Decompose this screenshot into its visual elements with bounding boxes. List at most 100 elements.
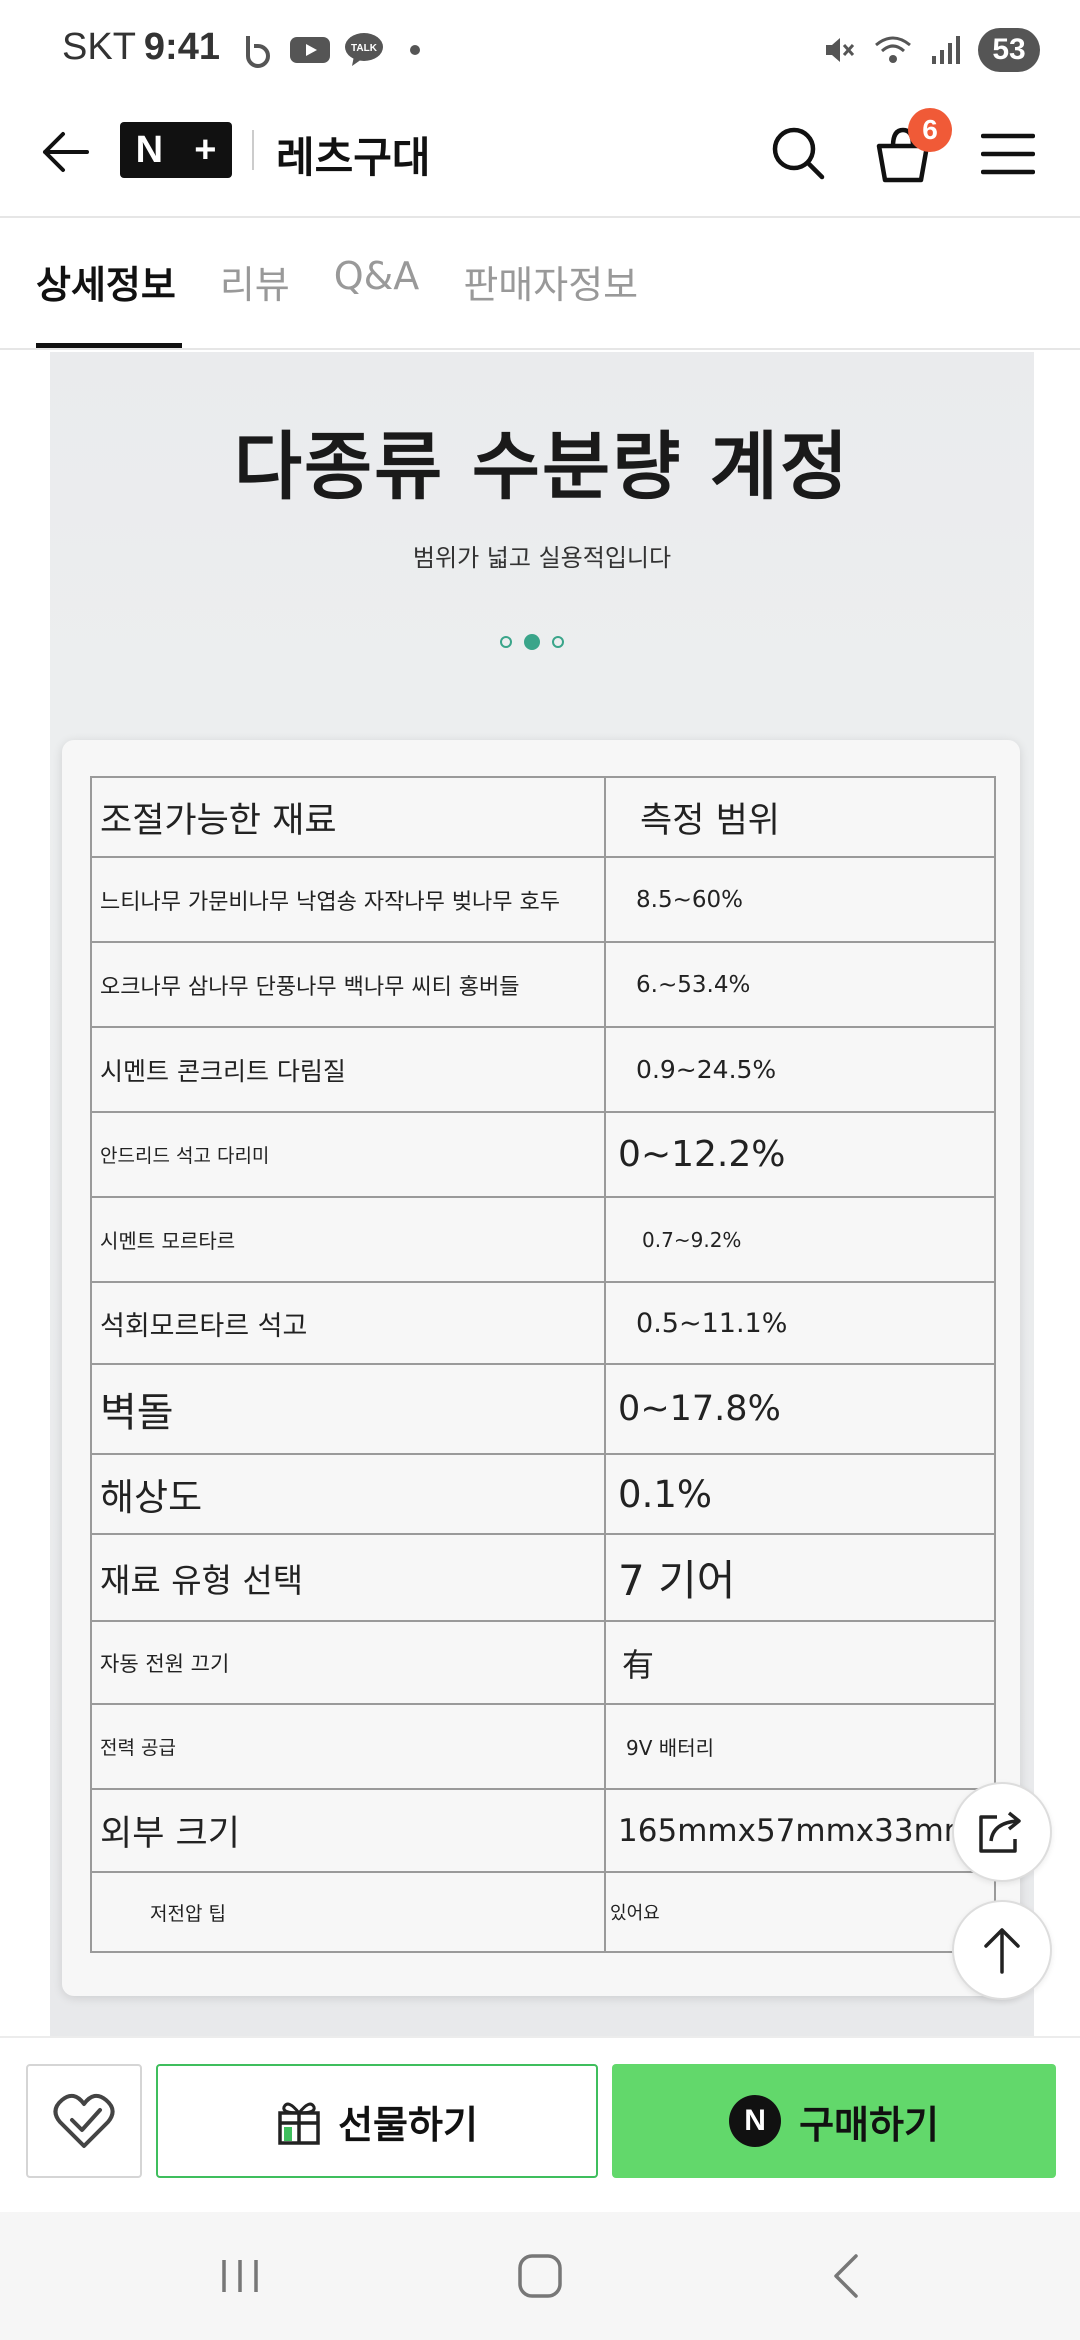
search-button[interactable] xyxy=(765,120,831,186)
svg-text:TALK: TALK xyxy=(351,43,378,54)
range-cell: 0.7~9.2% xyxy=(604,1196,996,1283)
battery-indicator: 53 xyxy=(978,28,1040,72)
range-cell: 있어요 xyxy=(604,1871,996,1953)
carousel-dot xyxy=(552,636,564,648)
status-carrier-time: SKT 9:41 xyxy=(62,26,220,69)
wifi-icon xyxy=(874,33,912,67)
table-row: 벽돌 0~17.8% xyxy=(89,1363,996,1455)
store-name[interactable]: 레츠구대 xyxy=(276,124,431,185)
table-row: 시멘트 모르타르 0.7~9.2% xyxy=(89,1196,996,1283)
table-row: 재료 유형 선택 7 기어 xyxy=(89,1533,996,1622)
more-notifications-dot xyxy=(410,45,420,55)
clock: 9:41 xyxy=(143,26,220,68)
purchase-bar: 선물하기 N 구매하기 xyxy=(0,2036,1080,2212)
buy-button-label: 구매하기 xyxy=(799,2102,939,2147)
scroll-top-button[interactable] xyxy=(952,1900,1052,2000)
material-cell: 느티나무 가문비나무 낙엽송 자작나무 벚나무 호두 xyxy=(89,856,607,943)
range-cell: 165mmx57mmx33mm xyxy=(604,1788,996,1873)
product-detail-image: 다종류 수분량 계정 범위가 넓고 실용적입니다 조절가능한 재료 측정 범위 … xyxy=(50,352,1034,2036)
recent-apps-button[interactable] xyxy=(200,2244,280,2308)
table-row: 저전압 팁 있어요 xyxy=(89,1871,996,1953)
material-cell: 시멘트 모르타르 xyxy=(89,1196,607,1283)
material-cell: 저전압 팁 xyxy=(89,1871,607,1953)
range-cell: 측정 범위 xyxy=(604,776,996,858)
spec-table: 조절가능한 재료 측정 범위 느티나무 가문비나무 낙엽송 자작나무 벚나무 호… xyxy=(89,776,996,1953)
table-row: 전력 공급 9V 배터리 xyxy=(89,1703,996,1790)
signal-icon xyxy=(930,34,960,66)
range-cell: 0~12.2% xyxy=(604,1111,996,1198)
material-cell: 해상도 xyxy=(89,1453,607,1535)
material-cell: 벽돌 xyxy=(89,1363,607,1455)
material-cell: 오크나무 삼나무 단풍나무 백나무 씨티 홍버들 xyxy=(89,941,607,1028)
range-cell: 0.1% xyxy=(604,1453,996,1535)
material-cell: 석회모르타르 석고 xyxy=(89,1281,607,1365)
search-icon xyxy=(772,127,825,180)
logo-n: N xyxy=(135,128,164,171)
range-cell: 8.5~60% xyxy=(604,856,996,943)
buy-button[interactable]: N 구매하기 xyxy=(612,2064,1056,2178)
range-cell: 7 기어 xyxy=(604,1533,996,1622)
home-button[interactable] xyxy=(500,2244,580,2308)
system-back-button[interactable] xyxy=(806,2244,886,2308)
home-icon xyxy=(518,2254,562,2298)
material-cell: 시멘트 콘크리트 다림질 xyxy=(89,1026,607,1113)
youtube-icon xyxy=(290,35,330,65)
blog-icon xyxy=(240,32,276,68)
promo-subtitle: 범위가 넓고 실용적입니다 xyxy=(412,544,672,572)
carousel-dot xyxy=(500,636,512,648)
table-row: 안드리드 석고 다리미 0~12.2% xyxy=(89,1111,996,1198)
naver-pay-icon: N xyxy=(729,2095,782,2147)
material-cell: 전력 공급 xyxy=(89,1703,607,1790)
gift-button-label: 선물하기 xyxy=(338,2102,478,2147)
range-cell: 0.9~24.5% xyxy=(604,1026,996,1113)
wishlist-button[interactable] xyxy=(26,2064,142,2178)
naver-plus-store-logo[interactable]: N + xyxy=(120,122,232,178)
range-cell: 9V 배터리 xyxy=(604,1703,996,1790)
table-row: 해상도 0.1% xyxy=(89,1453,996,1535)
material-cell: 외부 크기 xyxy=(89,1788,607,1873)
tab-seller-info[interactable]: 판매자정보 xyxy=(463,218,638,348)
kakaotalk-icon: TALK xyxy=(344,32,384,68)
table-row: 조절가능한 재료 측정 범위 xyxy=(89,776,996,858)
logo-divider xyxy=(252,130,254,170)
heart-check-icon xyxy=(53,2093,115,2148)
back-arrow-icon xyxy=(43,132,89,172)
promo-title: 다종류 수분량 계정 xyxy=(233,424,851,510)
system-navigation-bar xyxy=(0,2212,1080,2340)
tab-detail-info[interactable]: 상세정보 xyxy=(36,218,182,348)
carrier-label: SKT xyxy=(62,26,136,68)
detail-tabs: 상세정보 리뷰 Q&A 판매자정보 xyxy=(0,218,1080,350)
menu-icon xyxy=(981,133,1035,175)
table-row: 시멘트 콘크리트 다림질 0.9~24.5% xyxy=(89,1026,996,1113)
back-button[interactable] xyxy=(36,122,96,182)
cart-count-badge: 6 xyxy=(908,108,952,152)
menu-button[interactable] xyxy=(978,124,1038,184)
material-cell: 안드리드 석고 다리미 xyxy=(89,1111,607,1198)
table-row: 오크나무 삼나무 단풍나무 백나무 씨티 홍버들 6.~53.4% xyxy=(89,941,996,1028)
range-cell: 0.5~11.1% xyxy=(604,1281,996,1365)
carousel-dot-active xyxy=(524,634,540,650)
notification-icons: TALK xyxy=(240,32,420,68)
share-icon xyxy=(979,1811,1021,1853)
table-row: 석회모르타르 석고 0.5~11.1% xyxy=(89,1281,996,1365)
gift-button[interactable]: 선물하기 xyxy=(156,2064,598,2178)
tab-reviews[interactable]: 리뷰 xyxy=(220,218,290,348)
gift-icon xyxy=(278,2102,320,2145)
table-row: 외부 크기 165mmx57mmx33mm xyxy=(89,1788,996,1873)
mute-icon xyxy=(822,33,856,67)
system-back-icon xyxy=(834,2254,858,2298)
range-cell: 有 xyxy=(604,1620,996,1705)
material-cell: 조절가능한 재료 xyxy=(89,776,607,858)
table-row: 자동 전원 끄기 有 xyxy=(89,1620,996,1705)
range-cell: 6.~53.4% xyxy=(604,941,996,1028)
range-cell: 0~17.8% xyxy=(604,1363,996,1455)
material-cell: 자동 전원 끄기 xyxy=(89,1620,607,1705)
tab-qna[interactable]: Q&A xyxy=(334,218,420,348)
system-status-icons: 53 xyxy=(822,28,1040,72)
material-cell: 재료 유형 선택 xyxy=(89,1533,607,1622)
arrow-up-icon xyxy=(984,1928,1020,1974)
recent-apps-icon xyxy=(222,2260,258,2292)
share-button[interactable] xyxy=(952,1782,1052,1882)
status-bar: SKT 9:41 TALK 53 xyxy=(0,0,1080,100)
logo-plus: + xyxy=(194,128,217,171)
